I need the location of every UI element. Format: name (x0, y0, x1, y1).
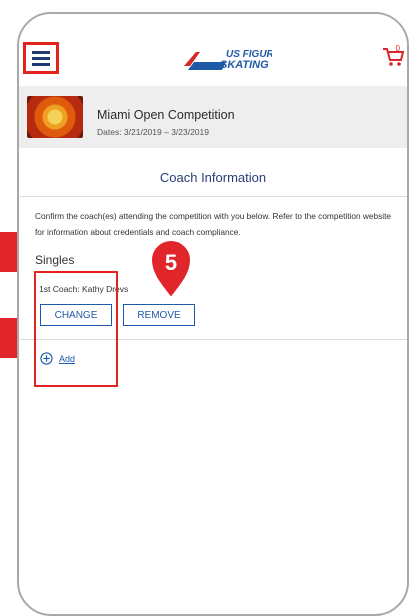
cart-icon[interactable] (381, 44, 405, 68)
remove-coach-button[interactable]: REMOVE (123, 304, 195, 326)
event-thumbnail-image (27, 96, 83, 138)
phone-frame: US FIGURE SKATING 0 Miami Open Competiti… (17, 12, 409, 616)
annotation-highlight-box (34, 271, 118, 387)
hamburger-menu-icon[interactable] (23, 42, 59, 74)
step-number: 5 (164, 250, 178, 275)
instructions-text: Confirm the coach(es) attending the comp… (35, 211, 392, 237)
app-header: US FIGURE SKATING 0 (19, 14, 407, 86)
event-title: Miami Open Competition (97, 108, 235, 122)
page-title: Coach Information (159, 170, 267, 185)
title-divider (19, 196, 407, 197)
event-summary: Miami Open Competition Dates: 3/21/2019 … (19, 86, 407, 148)
group-title-singles: Singles (35, 253, 75, 267)
cart-count-badge: 0 (395, 44, 400, 53)
event-dates: Dates: 3/21/2019 – 3/23/2019 (97, 127, 210, 137)
svg-text:SKATING: SKATING (220, 59, 269, 71)
us-figure-skating-logo: US FIGURE SKATING (184, 49, 272, 71)
